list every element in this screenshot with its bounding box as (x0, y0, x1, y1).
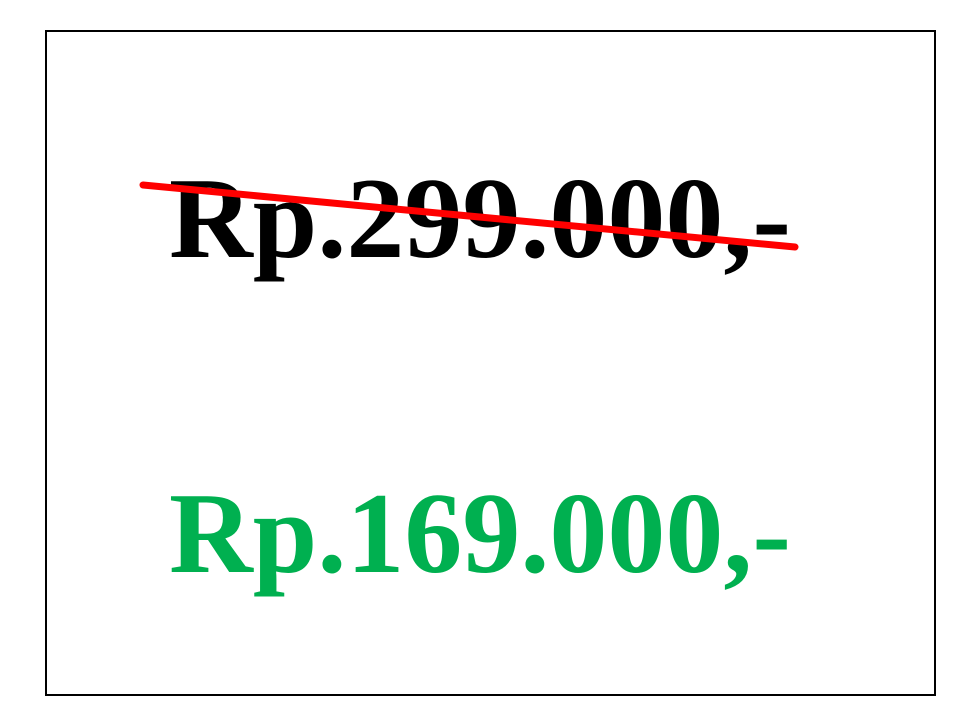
old-price: Rp.299.000,- (169, 155, 791, 283)
new-price: Rp.169.000,- (169, 470, 791, 598)
